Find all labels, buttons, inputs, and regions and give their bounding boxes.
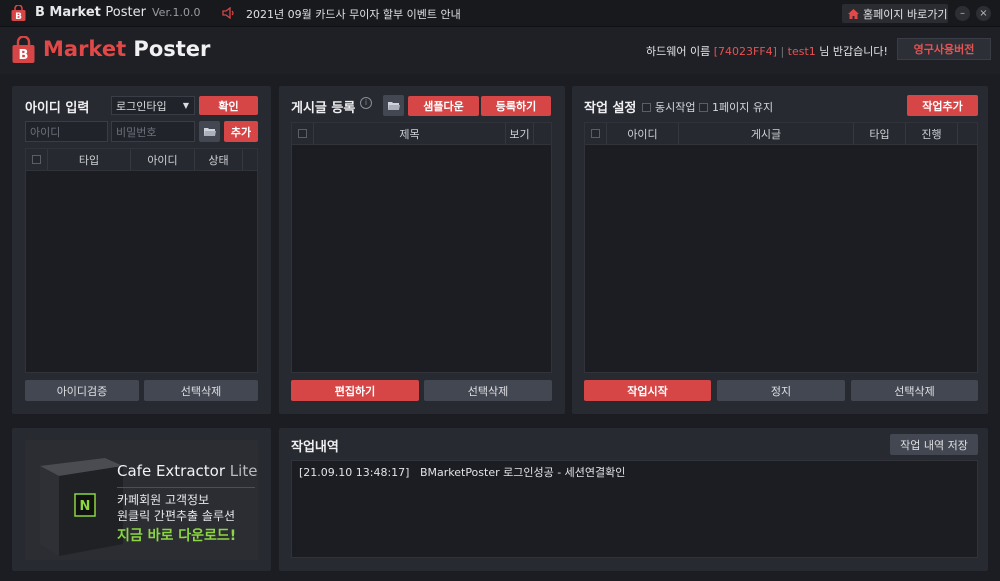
log-entry: [21.09.10 13:48:17] BMarketPoster 로그인성공 … — [299, 466, 626, 479]
ad-line-2: 원클릭 간편추출 솔루션 — [117, 509, 236, 523]
ad-product-name: Cafe Extractor Lite — [117, 462, 258, 480]
delete-selected-tasks-button[interactable]: 선택삭제 — [851, 380, 978, 401]
info-icon[interactable]: i — [360, 97, 372, 109]
permanent-version-button[interactable]: 영구사용버전 — [897, 38, 991, 60]
close-button[interactable]: × — [976, 6, 991, 21]
homepage-button[interactable]: 홈페이지 바로가기 — [842, 4, 948, 23]
log-panel-title: 작업내역 — [291, 440, 339, 455]
verify-id-button[interactable]: 아이디검증 — [25, 380, 139, 401]
column-task-progress: 진행 — [906, 123, 958, 144]
hardware-info: 하드웨어 이름 [74023FF4] | test1 님 반갑습니다! — [646, 45, 888, 58]
add-id-button[interactable]: 추가 — [224, 121, 258, 142]
task-select-all-checkbox[interactable] — [585, 123, 607, 144]
app-title: B Market Poster — [35, 5, 146, 20]
speaker-icon — [222, 7, 234, 19]
column-status: 상태 — [195, 149, 243, 170]
edit-post-button[interactable]: 편집하기 — [291, 380, 419, 401]
password-field[interactable]: 비밀번호 — [111, 121, 195, 142]
post-select-all-checkbox[interactable] — [292, 123, 314, 144]
delete-selected-posts-button[interactable]: 선택삭제 — [424, 380, 552, 401]
homepage-button-label: 홈페이지 바로가기 — [863, 7, 948, 21]
add-task-button[interactable]: 작업추가 — [907, 95, 978, 116]
dropdown-arrow-icon: ▼ — [182, 101, 189, 110]
ad-banner[interactable]: N Cafe Extractor Lite 카페회원 고객정보 원클릭 간편추출… — [25, 440, 258, 560]
ad-line-1: 카페회원 고객정보 — [117, 493, 210, 507]
open-file-button[interactable] — [199, 121, 220, 142]
minimize-button[interactable]: – — [955, 6, 970, 21]
svg-text:B: B — [19, 48, 29, 63]
task-grid: 아이디 게시글 타입 진행 — [584, 122, 978, 373]
post-grid: 제목 보기 — [291, 122, 552, 373]
keep-page-checkbox[interactable]: 1페이지 유지 — [699, 99, 773, 115]
keep-page-label: 1페이지 유지 — [712, 101, 774, 114]
sample-download-button[interactable]: 샘플다운 — [408, 96, 479, 116]
post-grid-header: 제목 보기 — [292, 123, 551, 145]
id-field[interactable]: 아이디 — [25, 121, 108, 142]
start-task-button[interactable]: 작업시작 — [584, 380, 711, 401]
folder-icon — [387, 101, 400, 110]
user-name: test1 — [787, 45, 816, 58]
box-letter: N — [80, 499, 91, 514]
register-post-button[interactable]: 등록하기 — [481, 96, 551, 116]
delete-selected-ids-button[interactable]: 선택삭제 — [144, 380, 258, 401]
ad-divider — [117, 487, 255, 488]
app-version: Ver.1.0.0 — [152, 6, 201, 19]
log-list[interactable]: [21.09.10 13:48:17] BMarketPoster 로그인성공 … — [291, 460, 978, 558]
ad-cta: 지금 바로 다운로드! — [117, 528, 237, 544]
login-type-value: 로그인타입 — [116, 99, 167, 113]
task-panel-title: 작업 설정 — [584, 101, 637, 116]
simultaneous-checkbox[interactable]: 동시작업 — [642, 99, 695, 115]
brand-name: Market Poster — [43, 37, 211, 61]
column-task-post: 게시글 — [679, 123, 854, 144]
hardware-id: [74023FF4] — [713, 45, 777, 58]
column-task-type: 타입 — [854, 123, 906, 144]
post-open-file-button[interactable] — [383, 95, 404, 116]
post-panel-title: 게시글 등록 — [291, 101, 356, 116]
id-grid: 타입 아이디 상태 — [25, 148, 258, 373]
login-type-select[interactable]: 로그인타입 ▼ — [111, 96, 195, 115]
task-grid-header: 아이디 게시글 타입 진행 — [585, 123, 977, 145]
notice-text[interactable]: 2021년 09월 카드사 무이자 할부 이벤트 안내 — [246, 6, 461, 22]
confirm-button[interactable]: 확인 — [199, 96, 258, 115]
svg-text:B: B — [15, 12, 22, 21]
brand-logo-icon: B — [12, 36, 35, 63]
column-view: 보기 — [506, 123, 534, 144]
id-input-title: 아이디 입력 — [25, 101, 90, 116]
product-box-image: N — [40, 458, 123, 556]
save-log-button[interactable]: 작업 내역 저장 — [890, 434, 978, 455]
column-id: 아이디 — [131, 149, 195, 170]
column-type: 타입 — [48, 149, 131, 170]
home-icon — [848, 8, 859, 19]
simultaneous-label: 동시작업 — [655, 101, 696, 114]
select-all-checkbox[interactable] — [26, 149, 48, 170]
stop-task-button[interactable]: 정지 — [717, 380, 845, 401]
column-title: 제목 — [314, 123, 506, 144]
app-logo-icon: B — [11, 5, 26, 21]
column-task-id: 아이디 — [607, 123, 679, 144]
folder-icon — [203, 127, 216, 136]
id-grid-header: 타입 아이디 상태 — [26, 149, 257, 171]
